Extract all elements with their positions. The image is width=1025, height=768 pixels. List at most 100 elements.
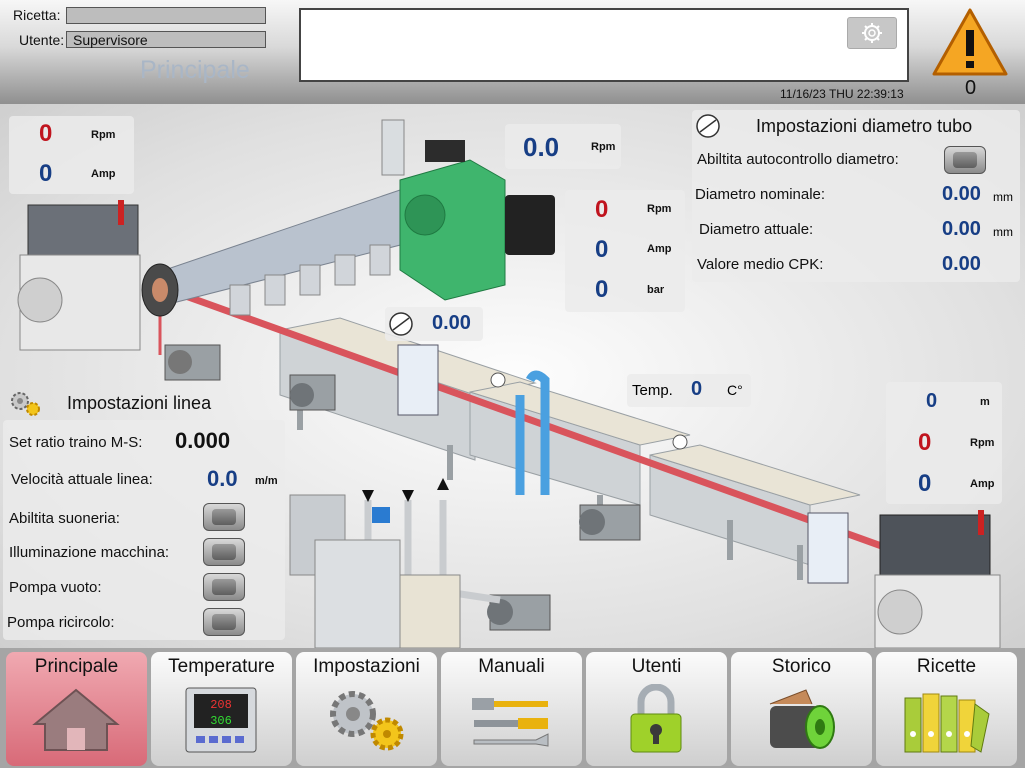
vacuum-pump-toggle[interactable] xyxy=(203,573,245,601)
alarm-count: 0 xyxy=(965,77,977,99)
gear-icon xyxy=(862,23,882,43)
svg-text:306: 306 xyxy=(210,714,232,728)
puller-rpm-value: 0 xyxy=(918,429,932,456)
auto-diameter-toggle[interactable] xyxy=(944,146,986,174)
temperature-value: 0 xyxy=(691,378,703,400)
page-title: Principale xyxy=(140,56,250,84)
machine-light-toggle[interactable] xyxy=(203,538,245,566)
temperature-label: Temp. xyxy=(632,382,673,399)
pump-2-icon xyxy=(579,504,641,541)
actual-diameter-label: Diametro attuale: xyxy=(699,221,814,238)
nav-principale[interactable]: Principale xyxy=(6,652,147,766)
svg-text:208: 208 xyxy=(210,698,232,712)
gauge-value: 0.00 xyxy=(432,312,471,334)
nav-label: Impostazioni xyxy=(313,656,420,677)
line-speed-value: 0.0 xyxy=(207,466,238,491)
nominal-diameter-unit: mm xyxy=(993,190,1013,204)
diameter-gauge-icon xyxy=(696,114,720,138)
buzzer-toggle[interactable] xyxy=(203,503,245,531)
extruder-motor-panel: 0 Rpm 0 Amp 0 bar xyxy=(565,190,685,312)
extruder-left-rpm-value: 0 xyxy=(39,120,53,147)
puller-amp-unit: Amp xyxy=(970,478,995,490)
temperature-unit: C° xyxy=(727,382,743,398)
puller-right-panel: 0 m 0 Rpm 0 Amp xyxy=(886,382,1002,504)
nav-temperature[interactable]: Temperature 208 306 xyxy=(151,652,292,766)
cpk-value: 0.00 xyxy=(942,253,981,275)
gears-icon xyxy=(330,691,404,751)
puller-meters-value: 0 xyxy=(926,390,938,412)
motor-amp-unit: Amp xyxy=(647,243,672,255)
settings-button[interactable] xyxy=(847,17,897,49)
binders-icon xyxy=(904,693,990,753)
vacuum-pump-icon xyxy=(164,344,221,381)
nav-storico[interactable]: Storico xyxy=(731,652,872,766)
extruder-top-rpm-unit: Rpm xyxy=(591,141,616,153)
gauge-reading-panel: 0.00 xyxy=(385,307,483,341)
motor-rpm-value: 0 xyxy=(595,196,609,223)
home-icon xyxy=(32,688,120,751)
left-puller-machine-icon xyxy=(17,200,141,351)
nav-label: Utenti xyxy=(631,656,682,677)
ratio-value[interactable]: 0.000 xyxy=(175,428,230,454)
temperature-panel: Temp. 0 C° xyxy=(627,374,751,407)
motor-rpm-unit: Rpm xyxy=(647,203,672,215)
line-settings-panel: Set ratio traino M-S: 0.000 Velocità att… xyxy=(3,420,285,640)
ricetta-label: Ricetta: xyxy=(13,7,61,23)
extruder-left-amp-value: 0 xyxy=(39,160,53,187)
nav-label: Ricette xyxy=(916,656,977,677)
nav-utenti[interactable]: Utenti xyxy=(586,652,727,766)
valve-actuator-icon xyxy=(372,507,390,523)
diameter-gauge-icon xyxy=(389,312,413,336)
ratio-label: Set ratio traino M-S: xyxy=(9,434,143,451)
puller-rpm-unit: Rpm xyxy=(970,437,995,449)
cpk-label: Valore medio CPK: xyxy=(697,256,824,273)
actual-diameter-unit: mm xyxy=(993,225,1013,239)
diameter-title: Impostazioni diametro tubo xyxy=(756,116,973,136)
pressure-gauge-icon xyxy=(490,372,506,388)
puller-meters-unit: m xyxy=(980,396,990,408)
padlock-icon xyxy=(630,684,682,753)
cutter-machine-icon xyxy=(874,510,1001,648)
vacuum-pump-label: Pompa vuoto: xyxy=(9,579,102,596)
line-speed-label: Velocità attuale linea: xyxy=(11,471,153,488)
nav-label: Storico xyxy=(771,656,832,677)
auto-diameter-label: Abiltita autocontrollo diametro: xyxy=(697,151,899,168)
recirc-pump-label: Pompa ricircolo: xyxy=(7,614,115,631)
nav-manuali[interactable]: Manuali xyxy=(441,652,582,766)
buzzer-label: Abiltita suoneria: xyxy=(9,510,120,527)
gears-icon xyxy=(11,392,40,416)
message-box xyxy=(299,8,909,82)
nav-label: Manuali xyxy=(478,656,545,677)
extruder-left-panel: 0 Rpm 0 Amp xyxy=(9,116,134,194)
alarm-warning-icon[interactable] xyxy=(930,6,1010,78)
extruder-left-amp-unit: Amp xyxy=(91,168,116,180)
nominal-diameter-value[interactable]: 0.00 xyxy=(942,183,981,206)
tools-icon xyxy=(472,698,549,747)
line-settings-title: Impostazioni linea xyxy=(67,393,212,413)
machine-light-label: Illuminazione macchina: xyxy=(9,544,170,561)
temperature-controller-icon: 208 306 xyxy=(185,687,257,753)
actual-diameter-value: 0.00 xyxy=(942,218,981,240)
diameter-settings-panel: Impostazioni diametro tubo Abiltita auto… xyxy=(692,110,1020,282)
nav-ricette[interactable]: Ricette xyxy=(876,652,1017,766)
utente-label: Utente: xyxy=(19,32,65,48)
line-settings-header: Impostazioni linea xyxy=(6,387,228,417)
extruder-left-rpm-unit: Rpm xyxy=(91,129,116,141)
utente-field[interactable]: Supervisore xyxy=(66,31,266,48)
motor-bar-value: 0 xyxy=(595,276,609,303)
motor-bar-unit: bar xyxy=(647,284,665,296)
nav-impostazioni[interactable]: Impostazioni xyxy=(296,652,437,766)
extruder-barrel-icon xyxy=(141,119,421,317)
recirc-pump-toggle[interactable] xyxy=(203,608,245,636)
pump-3-icon xyxy=(289,374,336,411)
header-bar: Ricetta: Utente: Supervisore Principale … xyxy=(0,0,1025,104)
nav-label: Principale xyxy=(34,656,119,677)
line-speed-unit: m/m xyxy=(255,475,278,487)
motor-amp-value: 0 xyxy=(595,236,609,263)
ricetta-field[interactable] xyxy=(66,7,266,24)
nav-label: Temperature xyxy=(168,656,275,677)
datetime-display: 11/16/23 THU 22:39:13 xyxy=(780,87,904,101)
extruder-top-rpm-value: 0.0 xyxy=(523,132,560,162)
film-roll-icon xyxy=(769,689,835,749)
nominal-diameter-label: Diametro nominale: xyxy=(695,186,826,203)
